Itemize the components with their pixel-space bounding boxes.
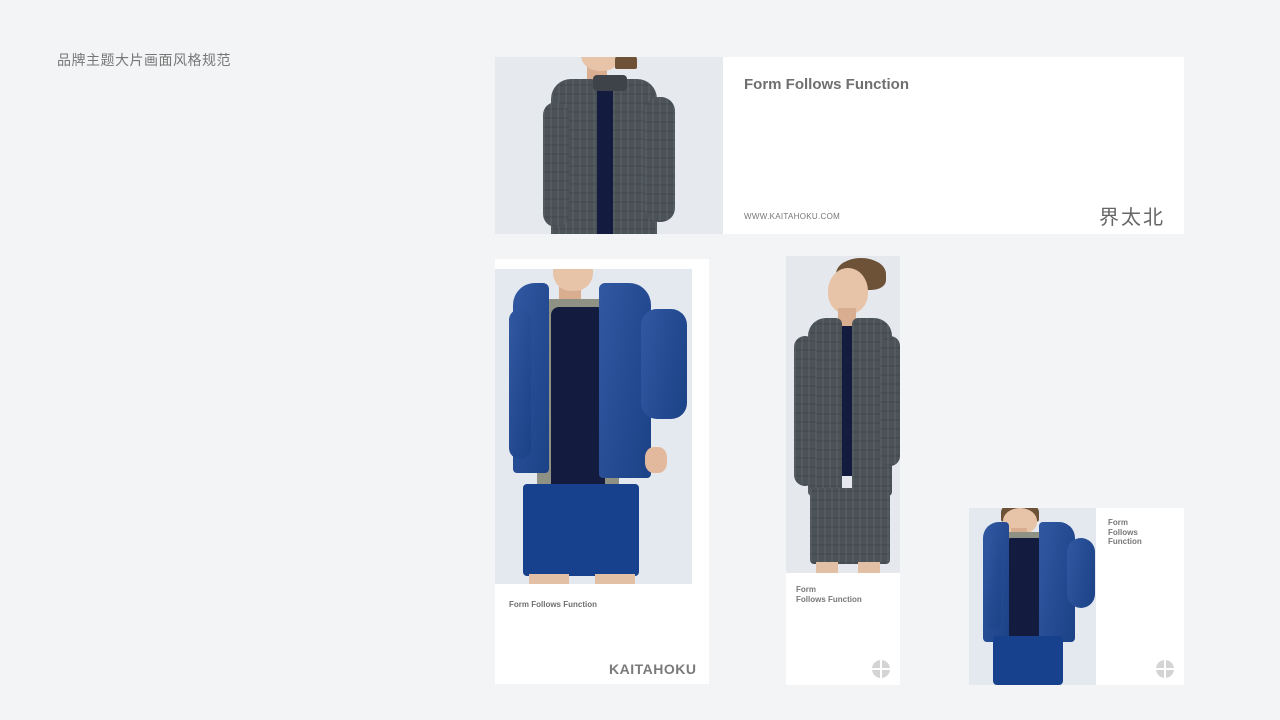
model-gray-jacket-full-figure [786, 256, 900, 573]
banner-photo [495, 57, 723, 234]
model-blue-jacket-figure [495, 269, 692, 584]
banner-headline: Form Follows Function [744, 76, 909, 93]
poster-narrow-tagline: Form Follows Function [796, 585, 862, 604]
circle-cross-emblem-icon [1156, 660, 1174, 678]
page-title: 品牌主题大片画面风格规范 [57, 53, 231, 69]
poster-large-tagline: Form Follows Function [509, 600, 597, 609]
banner-url: WWW.KAITAHOKU.COM [744, 212, 841, 221]
banner-card: Form Follows Function WWW.KAITAHOKU.COM … [495, 57, 1184, 234]
poster-small-tagline: Form Follows Function [1108, 518, 1142, 546]
poster-large-brand: KAITAHOKU [609, 661, 697, 677]
model-gray-jacket-figure [495, 57, 723, 234]
poster-narrow-photo [786, 256, 900, 573]
poster-small-card: Form Follows Function [969, 508, 1184, 685]
poster-large-photo [495, 269, 692, 584]
poster-narrow-card: Form Follows Function [786, 256, 900, 685]
circle-cross-emblem-icon [872, 660, 890, 678]
poster-small-photo [969, 508, 1096, 685]
brand-logo-cjk: 界太北 [1099, 205, 1165, 229]
model-blue-jacket-small-figure [969, 508, 1096, 685]
poster-large-card: Form Follows Function KAITAHOKU [495, 259, 709, 684]
